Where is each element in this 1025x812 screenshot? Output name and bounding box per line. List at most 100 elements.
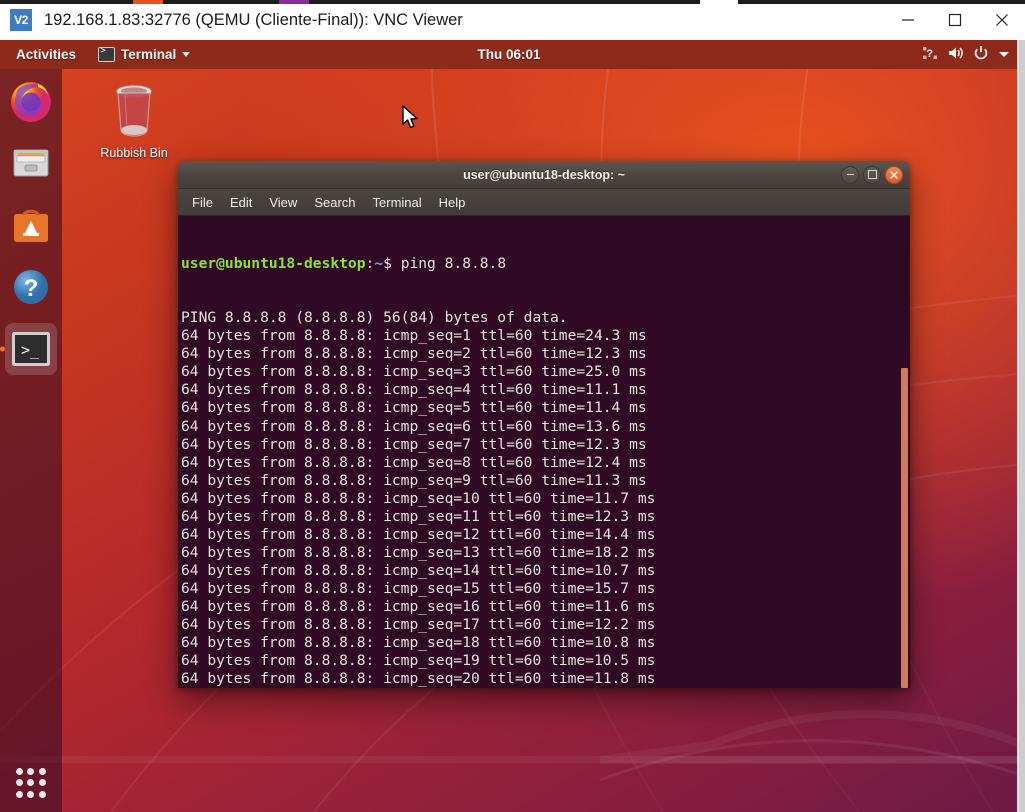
dock-item-firefox[interactable] — [5, 75, 57, 127]
close-icon — [890, 171, 898, 179]
terminal-titlebar[interactable]: user@ubuntu18-desktop: ~ — [178, 161, 910, 189]
activities-button[interactable]: Activities — [10, 45, 82, 64]
terminal-scrollbar[interactable] — [901, 368, 908, 688]
volume-icon[interactable] — [947, 45, 964, 64]
vnc-viewer-titlebar[interactable]: V2 192.168.1.83:32776 (QEMU (Cliente-Fin… — [0, 0, 1025, 40]
terminal-window-controls[interactable] — [841, 161, 903, 188]
dock-item-terminal[interactable]: >_ — [5, 323, 57, 375]
svg-text:?: ? — [926, 48, 933, 60]
terminal-line: 64 bytes from 8.8.8.8: icmp_seq=6 ttl=60… — [181, 418, 910, 436]
terminal-close-button[interactable] — [885, 166, 903, 184]
minimize-icon — [847, 174, 854, 176]
terminal-line: 64 bytes from 8.8.8.8: icmp_seq=4 ttl=60… — [181, 381, 910, 399]
app-menu-button[interactable]: Terminal — [98, 47, 190, 62]
terminal-output-area[interactable]: user@ubuntu18-desktop:~$ ping 8.8.8.8 PI… — [178, 216, 910, 688]
terminal-line: 64 bytes from 8.8.8.8: icmp_seq=3 ttl=60… — [181, 363, 910, 381]
terminal-line: 64 bytes from 8.8.8.8: icmp_seq=18 ttl=6… — [181, 634, 910, 652]
menu-item-edit[interactable]: Edit — [230, 195, 252, 210]
terminal-line: 64 bytes from 8.8.8.8: icmp_seq=1 ttl=60… — [181, 327, 910, 345]
help-icon: ? — [11, 267, 51, 307]
dock-item-software[interactable] — [5, 199, 57, 251]
vnc-minimize-button[interactable] — [884, 0, 931, 40]
favorites-dock: ? >_ — [0, 69, 62, 812]
grid-dot — [27, 791, 34, 798]
desktop-icon-label: Rubbish Bin — [88, 146, 180, 160]
terminal-icon — [98, 47, 115, 62]
grid-dot — [27, 779, 34, 786]
terminal-line: 64 bytes from 8.8.8.8: icmp_seq=8 ttl=60… — [181, 454, 910, 472]
desktop-icon-rubbish-bin[interactable]: Rubbish Bin — [88, 82, 180, 160]
prompt-user-host: user@ubuntu18-desktop — [181, 255, 366, 272]
screen-root: Activities Terminal Thu 06:01 ? — [0, 0, 1025, 812]
terminal-minimize-button[interactable] — [841, 166, 859, 184]
grid-dot — [39, 791, 46, 798]
menu-item-file[interactable]: File — [192, 195, 213, 210]
power-icon[interactable] — [973, 45, 989, 64]
rubbish-bin-icon — [107, 82, 161, 138]
terminal-menubar[interactable]: File Edit View Search Terminal Help — [178, 189, 910, 216]
system-tray[interactable]: ? — [922, 40, 1010, 69]
app-menu-label: Terminal — [121, 47, 176, 62]
terminal-line: 64 bytes from 8.8.8.8: icmp_seq=15 ttl=6… — [181, 580, 910, 598]
terminal-line: 64 bytes from 8.8.8.8: icmp_seq=12 ttl=6… — [181, 526, 910, 544]
grid-dot — [39, 779, 46, 786]
close-icon — [994, 12, 1010, 28]
vnc-app-icon: V2 — [10, 9, 32, 31]
grid-dot — [16, 779, 23, 786]
firefox-icon — [8, 78, 54, 124]
prompt-command: ping 8.8.8.8 — [401, 255, 506, 272]
host-vertical-scrollbar[interactable] — [1017, 40, 1025, 812]
menu-item-terminal[interactable]: Terminal — [373, 195, 422, 210]
gnome-top-bar: Activities Terminal Thu 06:01 ? — [0, 40, 1018, 69]
vnc-window-title: 192.168.1.83:32776 (QEMU (Cliente-Final)… — [44, 11, 463, 30]
terminal-line: 64 bytes from 8.8.8.8: icmp_seq=14 ttl=6… — [181, 562, 910, 580]
prompt-path: ~ — [374, 255, 383, 272]
remote-top-sliver — [0, 0, 1025, 4]
terminal-line: 64 bytes from 8.8.8.8: icmp_seq=2 ttl=60… — [181, 345, 910, 363]
files-icon — [9, 141, 53, 185]
grid-dot — [16, 791, 23, 798]
terminal-window[interactable]: user@ubuntu18-desktop: ~ F — [178, 161, 910, 688]
prompt-sigil: $ — [383, 255, 401, 272]
terminal-line: PING 8.8.8.8 (8.8.8.8) 56(84) bytes of d… — [181, 309, 910, 327]
terminal-line: 64 bytes from 8.8.8.8: icmp_seq=19 ttl=6… — [181, 652, 910, 670]
terminal-line: 64 bytes from 8.8.8.8: icmp_seq=11 ttl=6… — [181, 508, 910, 526]
terminal-line: 64 bytes from 8.8.8.8: icmp_seq=16 ttl=6… — [181, 598, 910, 616]
terminal-line: 64 bytes from 8.8.8.8: icmp_seq=5 ttl=60… — [181, 399, 910, 417]
maximize-icon — [947, 12, 963, 28]
terminal-icon: >_ — [10, 330, 52, 368]
grid-dot — [27, 768, 34, 775]
svg-text:?: ? — [24, 275, 39, 302]
menu-item-view[interactable]: View — [269, 195, 297, 210]
show-applications-button[interactable] — [16, 768, 46, 798]
terminal-line: 64 bytes from 8.8.8.8: icmp_seq=20 ttl=6… — [181, 670, 910, 688]
grid-dot — [39, 768, 46, 775]
svg-text:>_: >_ — [21, 341, 40, 359]
accessibility-icon[interactable]: ? — [922, 45, 938, 64]
grid-dot — [16, 768, 23, 775]
scrollbar-thumb[interactable] — [1019, 40, 1025, 812]
ubuntu-software-icon — [10, 204, 52, 246]
minimize-icon — [900, 12, 916, 28]
terminal-line: 64 bytes from 8.8.8.8: icmp_seq=17 ttl=6… — [181, 616, 910, 634]
vnc-remote-viewport[interactable]: Activities Terminal Thu 06:01 ? — [0, 40, 1018, 812]
terminal-window-title: user@ubuntu18-desktop: ~ — [463, 168, 625, 182]
menu-item-help[interactable]: Help — [439, 195, 466, 210]
terminal-text: user@ubuntu18-desktop:~$ ping 8.8.8.8 PI… — [181, 219, 910, 688]
terminal-line: 64 bytes from 8.8.8.8: icmp_seq=7 ttl=60… — [181, 436, 910, 454]
terminal-line: 64 bytes from 8.8.8.8: icmp_seq=13 ttl=6… — [181, 544, 910, 562]
vnc-window-controls[interactable] — [884, 0, 1025, 40]
chevron-down-icon — [182, 52, 190, 57]
dock-item-files[interactable] — [5, 137, 57, 189]
menu-item-search[interactable]: Search — [314, 195, 355, 210]
terminal-line: 64 bytes from 8.8.8.8: icmp_seq=9 ttl=60… — [181, 472, 910, 490]
maximize-icon — [868, 170, 877, 179]
vnc-maximize-button[interactable] — [931, 0, 978, 40]
terminal-maximize-button[interactable] — [863, 166, 881, 184]
dock-item-help[interactable]: ? — [5, 261, 57, 313]
vnc-close-button[interactable] — [978, 0, 1025, 40]
dropdown-arrow-icon[interactable] — [998, 47, 1010, 62]
terminal-line: 64 bytes from 8.8.8.8: icmp_seq=10 ttl=6… — [181, 490, 910, 508]
prompt-separator: : — [366, 255, 375, 272]
terminal-output-lines: PING 8.8.8.8 (8.8.8.8) 56(84) bytes of d… — [181, 309, 910, 688]
